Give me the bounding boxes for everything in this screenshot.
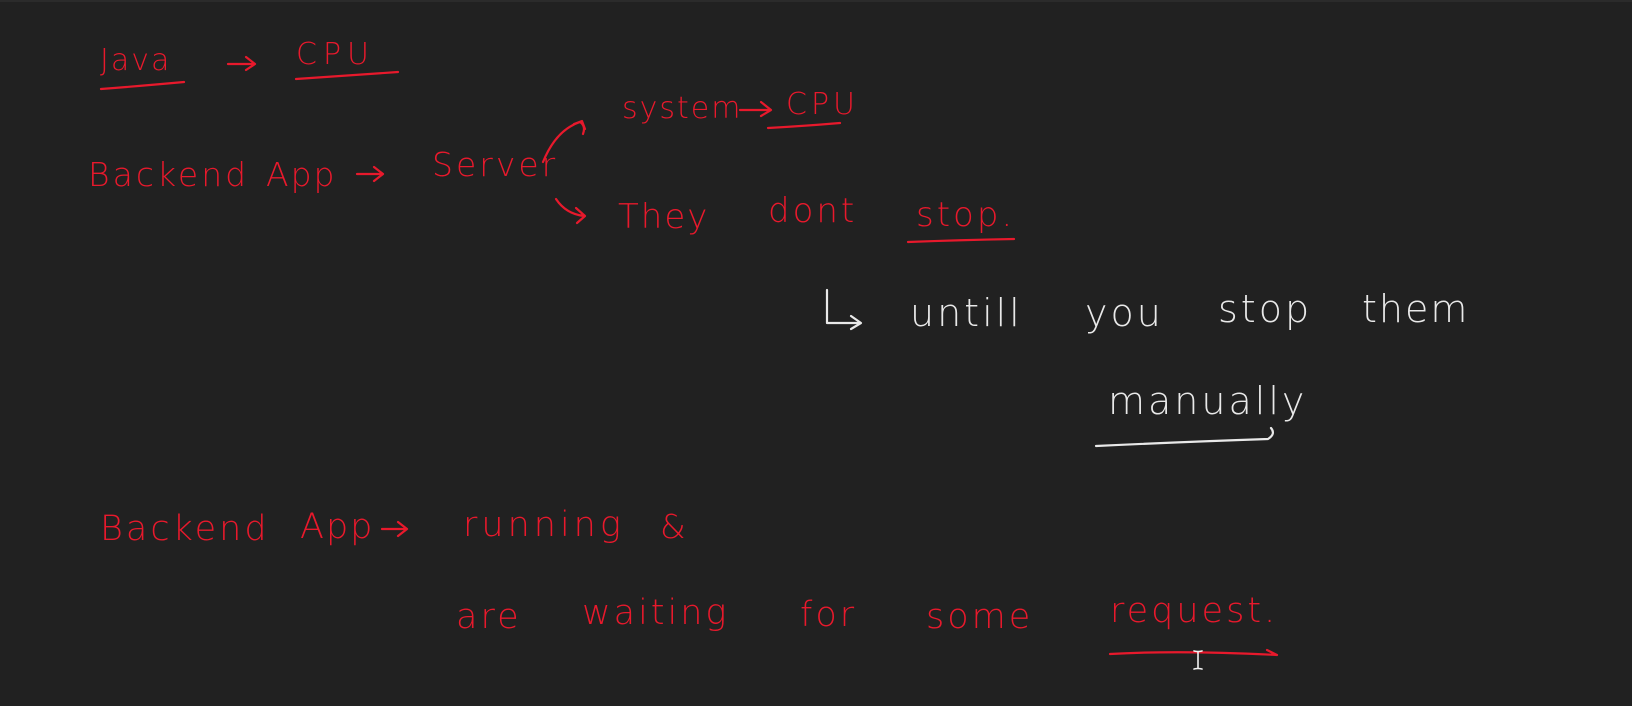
text-cpu: CPU [296,37,375,72]
stop-underline [906,237,1016,244]
text-java: Java [100,43,172,78]
text-you: you [1085,291,1164,335]
cpu-underline [294,70,400,81]
text-stop-white: stop [1218,287,1313,331]
text-dont: dont [768,191,858,231]
text-manually: manually [1108,379,1308,423]
manually-underline [1094,426,1275,448]
system-cpu-underline [766,121,842,130]
text-request: request. [1110,591,1279,631]
text-ampersand: & [660,507,686,546]
text-app: App [266,155,337,194]
text-them: them [1362,287,1470,331]
text-backend-2: Backend [100,509,270,549]
text-for: for [800,595,858,635]
text-running: running [463,505,625,545]
arrow-system-cpu [738,100,773,118]
java-underline [99,80,186,91]
arrow-app-running [380,520,409,538]
text-they: They [618,197,710,237]
arrow-java-cpu [226,55,257,72]
text-cursor-icon [1193,650,1203,670]
text-are: are [456,597,522,637]
text-server: Server [432,145,559,184]
text-some: some [926,597,1034,637]
text-app-2: App [300,507,375,547]
whiteboard-canvas[interactable]: Java CPU Backend App Server system CPU T… [0,0,1632,706]
arrow-app-server [355,165,385,183]
branch-down-arrow [554,197,587,225]
hook-arrow-until [825,288,863,331]
text-stop: stop. [916,195,1016,235]
text-system: system [622,91,743,126]
text-system-cpu: CPU [786,87,859,122]
text-waiting: waiting [582,593,730,633]
text-backend: Backend [88,155,250,194]
text-until: untill [910,291,1023,335]
